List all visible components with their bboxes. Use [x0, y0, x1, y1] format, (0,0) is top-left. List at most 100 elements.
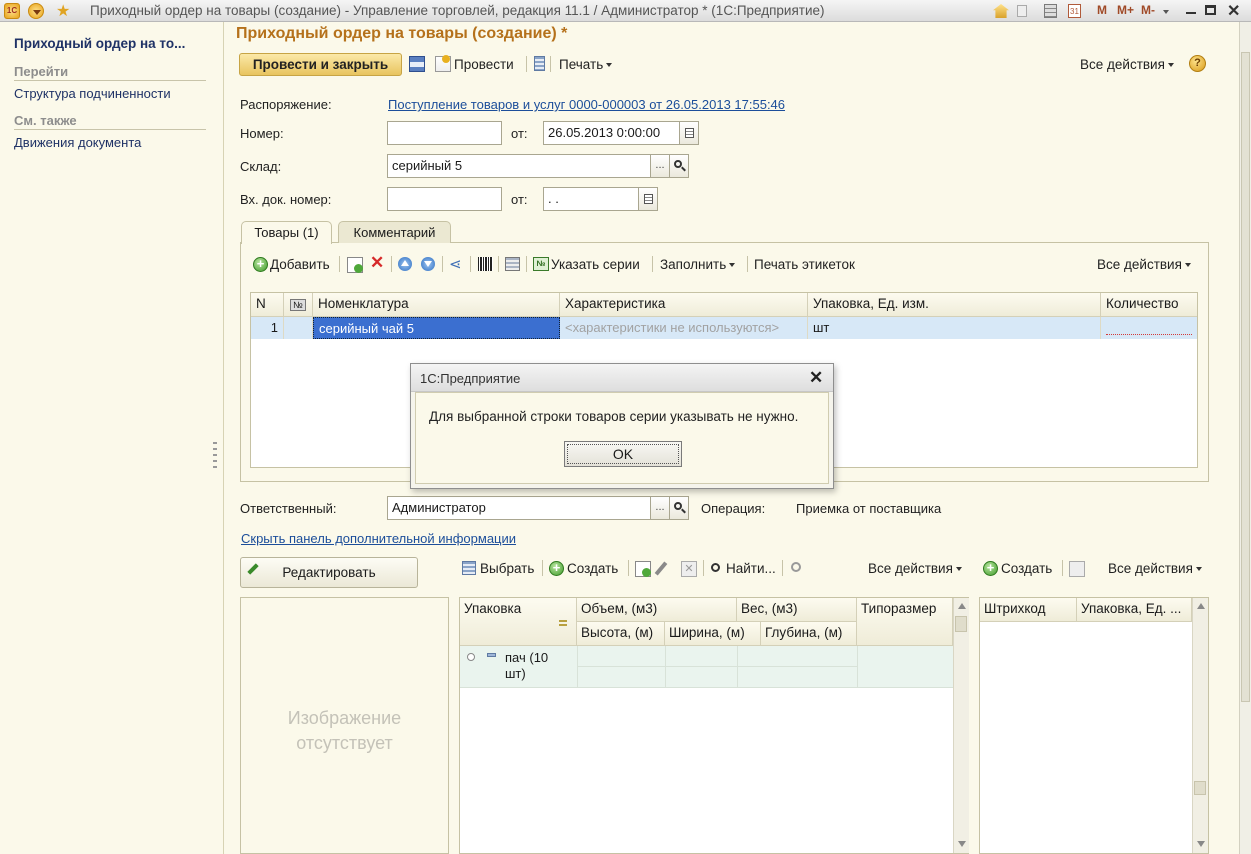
main-scrollbar-thumb[interactable]: [1241, 52, 1250, 702]
table-row[interactable]: пач (10 шт): [460, 646, 953, 688]
scroll-up-icon[interactable]: [958, 603, 966, 609]
scroll-down-icon[interactable]: [1197, 841, 1205, 847]
packages-all-actions-button[interactable]: Все действия: [868, 561, 962, 576]
move-up-icon[interactable]: [398, 257, 412, 271]
fill-menu-button[interactable]: Заполнить: [660, 257, 736, 272]
all-actions-button[interactable]: Все действия: [1080, 57, 1174, 72]
packages-create-button[interactable]: Создать: [567, 561, 618, 576]
column-header-nomenclature[interactable]: Номенклатура: [313, 293, 560, 317]
move-down-icon[interactable]: [421, 257, 435, 271]
responsible-open-button[interactable]: [669, 496, 689, 520]
copy-icon[interactable]: [1069, 561, 1085, 577]
calendar-picker-button[interactable]: [679, 121, 699, 145]
cell-n[interactable]: 1: [251, 317, 284, 339]
order-link[interactable]: Поступление товаров и услуг 0000-000003 …: [388, 97, 785, 112]
delete-row-icon[interactable]: ✕: [370, 253, 384, 273]
report-icon[interactable]: [534, 56, 545, 71]
scroll-thumb[interactable]: [955, 616, 967, 632]
column-header-quantity[interactable]: Количество: [1101, 293, 1197, 317]
favorites-star-icon[interactable]: ★: [56, 1, 70, 21]
edit-pencil-icon[interactable]: [654, 561, 668, 576]
list-icon[interactable]: [505, 257, 520, 271]
home-icon[interactable]: [993, 4, 1009, 18]
nav-document-title[interactable]: Приходный ордер на то...: [14, 36, 185, 51]
copy-row-icon[interactable]: [347, 257, 363, 273]
column-header-depth[interactable]: Глубина, (м): [761, 622, 857, 646]
column-header-size[interactable]: Типоразмер: [857, 598, 953, 646]
incoming-date-input[interactable]: . .: [543, 187, 639, 211]
responsible-select-button[interactable]: ...: [650, 496, 670, 520]
main-scrollbar[interactable]: [1239, 22, 1251, 854]
document-icon[interactable]: [1017, 5, 1027, 17]
packages-table[interactable]: Упаковка Объем, (м3) Вес, (м3) Типоразме…: [459, 597, 969, 854]
edit-image-button[interactable]: Редактировать: [240, 557, 418, 588]
goods-all-actions-button[interactable]: Все действия: [1097, 257, 1191, 272]
cancel-search-icon[interactable]: [791, 562, 801, 572]
column-header-volume[interactable]: Объем, (м3): [577, 598, 737, 622]
column-header-n[interactable]: N: [251, 293, 284, 317]
window-close-icon[interactable]: ✕: [1227, 1, 1240, 21]
find-icon[interactable]: [711, 563, 720, 572]
cell-package[interactable]: пач (10 шт): [505, 650, 548, 682]
memory-minus-button[interactable]: M-: [1141, 3, 1155, 17]
maximize-icon[interactable]: [1205, 5, 1216, 15]
column-header-characteristic[interactable]: Характеристика: [560, 293, 808, 317]
packages-find-button[interactable]: Найти...: [726, 561, 776, 576]
print-menu-button[interactable]: Печать: [559, 57, 613, 72]
add-icon[interactable]: +: [983, 561, 998, 576]
post-button[interactable]: Провести: [454, 57, 514, 72]
warehouse-input[interactable]: серийный 5: [387, 154, 651, 178]
post-and-close-button[interactable]: Провести и закрыть: [239, 53, 402, 76]
scroll-up-icon[interactable]: [1197, 603, 1205, 609]
cell-number[interactable]: [284, 317, 313, 339]
cell-nomenclature[interactable]: серийный чай 5: [313, 317, 560, 339]
panel-resize-grip[interactable]: [213, 442, 217, 472]
incoming-calendar-button[interactable]: [638, 187, 658, 211]
split-row-icon[interactable]: ⋖: [449, 255, 462, 273]
help-icon[interactable]: ?: [1189, 55, 1206, 72]
app-logo-icon[interactable]: 1С: [4, 3, 20, 19]
calculator-icon[interactable]: [1044, 4, 1057, 18]
mark-delete-icon[interactable]: ✕: [681, 561, 697, 577]
minimize-icon[interactable]: [1186, 12, 1196, 14]
dialog-title-bar[interactable]: 1С:Предприятие ✕: [411, 364, 833, 392]
tab-goods[interactable]: Товары (1): [241, 221, 332, 244]
post-icon[interactable]: [435, 55, 451, 72]
ok-button[interactable]: OK: [564, 441, 682, 467]
column-header-unit[interactable]: Упаковка, Ед. изм.: [808, 293, 1101, 317]
series-icon[interactable]: №: [533, 257, 549, 271]
memory-plus-button[interactable]: M+: [1117, 3, 1134, 17]
select-list-icon[interactable]: [462, 561, 476, 575]
radio-icon[interactable]: [467, 653, 475, 661]
warehouse-select-button[interactable]: ...: [650, 154, 670, 178]
warehouse-open-button[interactable]: [669, 154, 689, 178]
nav-link-subordination[interactable]: Структура подчиненности: [14, 86, 171, 101]
title-dropdown-icon[interactable]: [1163, 10, 1169, 14]
column-header-barcode-package[interactable]: Упаковка, Ед. ...: [1077, 598, 1192, 622]
column-header-package[interactable]: Упаковка: [460, 598, 577, 646]
column-header-weight[interactable]: Вес, (м3): [737, 598, 857, 622]
cell-characteristic[interactable]: <характеристики не используются>: [560, 317, 808, 339]
add-icon[interactable]: +: [549, 561, 564, 576]
barcodes-table[interactable]: Штрихкод Упаковка, Ед. ...: [979, 597, 1209, 854]
cell-unit[interactable]: шт: [808, 317, 1101, 339]
number-input[interactable]: [387, 121, 502, 145]
main-menu-icon[interactable]: [28, 3, 44, 19]
nav-link-document-movements[interactable]: Движения документа: [14, 135, 141, 150]
barcodes-create-button[interactable]: Создать: [1001, 561, 1052, 576]
incoming-doc-number-input[interactable]: [387, 187, 502, 211]
tab-comment[interactable]: Комментарий: [338, 221, 451, 243]
date-input[interactable]: 26.05.2013 0:00:00: [543, 121, 680, 145]
barcodes-all-actions-button[interactable]: Все действия: [1108, 561, 1202, 576]
hide-extra-panel-link[interactable]: Скрыть панель дополнительной информации: [241, 531, 516, 546]
column-header-width[interactable]: Ширина, (м): [665, 622, 761, 646]
add-row-button[interactable]: Добавить: [270, 257, 330, 272]
column-header-height[interactable]: Высота, (м): [577, 622, 665, 646]
calendar-icon[interactable]: 31: [1068, 4, 1081, 18]
table-row[interactable]: 1 серийный чай 5 <характеристики не испо…: [251, 317, 1197, 339]
dialog-close-icon[interactable]: ✕: [809, 368, 823, 388]
barcode-icon[interactable]: [478, 257, 493, 271]
add-icon[interactable]: +: [253, 257, 268, 272]
column-header-number[interactable]: №: [284, 293, 313, 317]
cell-quantity[interactable]: [1101, 317, 1197, 339]
